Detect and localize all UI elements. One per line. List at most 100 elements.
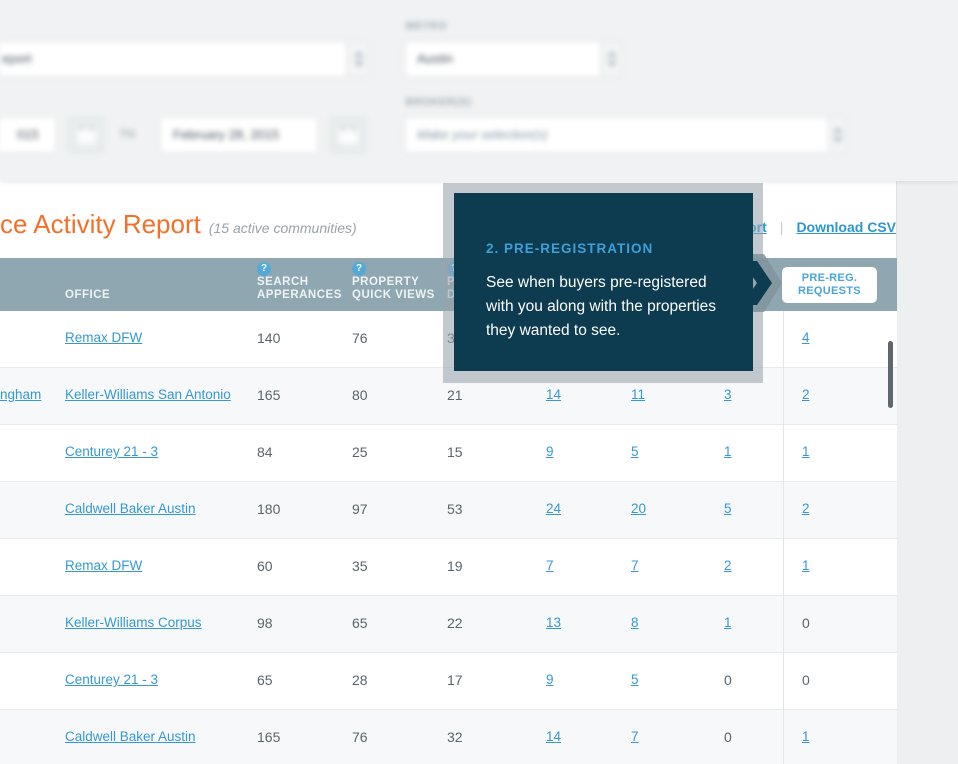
metric-link-3: 0	[724, 729, 732, 745]
detail-views-value: 32	[447, 729, 463, 745]
office-link[interactable]: Remax DFW	[65, 330, 142, 345]
quick-views-value: 76	[352, 729, 368, 745]
metro-stepper[interactable]	[601, 41, 621, 77]
brokers-stepper[interactable]	[829, 117, 846, 153]
table-row: Keller-Williams Corpus98652213810	[0, 596, 897, 653]
tour-tooltip: 2. PRE-REGISTRATION See when buyers pre-…	[443, 183, 763, 383]
download-csv-link[interactable]: Download CSV	[796, 219, 896, 235]
page: eport METRO Austin 015 TO February 28, 2…	[0, 0, 958, 764]
search-appearances-value: 180	[257, 501, 280, 517]
report-type-stepper[interactable]	[348, 41, 368, 77]
search-appearances-value: 140	[257, 330, 280, 346]
quick-views-value: 76	[352, 330, 368, 346]
prereg-button-line: PRE-REG.	[782, 272, 877, 285]
report-type-value: eport	[2, 51, 32, 66]
report-type-select[interactable]: eport	[0, 41, 347, 77]
page-title: ce Activity Report (15 active communities…	[0, 209, 357, 240]
metro-value: Austin	[417, 51, 453, 66]
table-row: Caldwell Baker Austin 165 76 32 14 7 0 1	[0, 710, 897, 764]
column-header-quick-views[interactable]: PROPERTY QUICK VIEWS	[352, 276, 435, 302]
metric-link-2[interactable]: 11	[631, 387, 645, 402]
quick-views-value: 65	[352, 615, 368, 631]
calendar-icon	[339, 129, 358, 144]
table-row: Centurey 21 - 36528179500	[0, 653, 897, 710]
prereg-requests-value[interactable]: 1	[802, 558, 810, 573]
help-icon[interactable]: ?	[352, 262, 366, 276]
metric-link-1[interactable]: 14	[546, 729, 561, 744]
header-links: port | Download CSV	[740, 219, 896, 235]
metric-link-2[interactable]: 20	[631, 501, 646, 516]
links-divider: |	[780, 219, 784, 235]
metric-link-2[interactable]: 5	[631, 672, 639, 687]
column-header-search-appearances[interactable]: SEARCH APPERANCES	[257, 276, 342, 302]
prereg-requests-value[interactable]: 4	[802, 330, 810, 345]
date-from-value: 015	[17, 127, 39, 142]
prereg-requests-value: 0	[802, 672, 810, 688]
brokers-placeholder: Make your selection(s)	[417, 127, 548, 142]
quick-views-value: 28	[352, 672, 368, 688]
filter-bar-content: eport METRO Austin 015 TO February 28, 2…	[0, 0, 958, 181]
office-link[interactable]: Centurey 21 - 3	[65, 444, 158, 459]
page-subtitle: (15 active communities)	[209, 220, 357, 236]
table-row: Centurey 21 - 38425159511	[0, 425, 897, 482]
metric-link-3[interactable]: 5	[724, 501, 732, 516]
column-header-line: PROPERTY	[352, 276, 435, 289]
calendar-from-button[interactable]	[68, 117, 104, 153]
office-link[interactable]: Centurey 21 - 3	[65, 672, 158, 687]
date-to-input[interactable]: February 28, 2015	[160, 117, 318, 153]
column-separator	[783, 311, 784, 764]
quick-views-value: 25	[352, 444, 368, 460]
metric-link-2[interactable]: 8	[631, 615, 639, 630]
office-link[interactable]: Keller-Williams Corpus	[65, 615, 202, 630]
metric-link-3: 0	[724, 672, 732, 688]
help-icon[interactable]: ?	[257, 262, 271, 276]
metric-link-3[interactable]: 1	[724, 444, 732, 459]
search-appearances-value: 165	[257, 729, 280, 745]
search-appearances-value: 60	[257, 558, 273, 574]
prereg-requests-value[interactable]: 1	[802, 444, 810, 459]
calendar-to-button[interactable]	[330, 117, 366, 153]
page-title-text: ce Activity Report	[0, 209, 201, 239]
metric-link-3[interactable]: 1	[724, 615, 732, 630]
date-to-value: February 28, 2015	[173, 127, 279, 142]
office-link[interactable]: Caldwell Baker Austin	[65, 501, 196, 516]
metric-link-1[interactable]: 9	[546, 444, 554, 459]
prereg-requests-value[interactable]: 2	[802, 501, 810, 516]
brokers-multiselect[interactable]: Make your selection(s)	[405, 117, 829, 153]
agent-link[interactable]: ngham	[0, 387, 41, 402]
quick-views-value: 35	[352, 558, 368, 574]
office-link[interactable]: Remax DFW	[65, 558, 142, 573]
brokers-label: BROKER(S)	[406, 97, 472, 108]
column-header-line: APPERANCES	[257, 289, 342, 302]
vertical-scrollbar[interactable]	[888, 341, 893, 408]
metric-link-1[interactable]: 24	[546, 501, 561, 516]
search-appearances-value: 84	[257, 444, 273, 460]
prereg-requests-value[interactable]: 2	[802, 387, 810, 402]
metric-link-1[interactable]: 14	[546, 387, 561, 402]
prereg-requests-value: 0	[802, 615, 810, 631]
metric-link-1[interactable]: 13	[546, 615, 561, 630]
prereg-requests-value[interactable]: 1	[802, 729, 810, 744]
metric-link-3[interactable]: 3	[724, 387, 732, 402]
office-link[interactable]: Caldwell Baker Austin	[65, 729, 196, 744]
office-link[interactable]: Keller-Williams San Antonio	[65, 387, 231, 402]
prereg-requests-header-button[interactable]: PRE-REG. REQUESTS	[782, 267, 877, 303]
detail-views-value: 17	[447, 672, 463, 688]
detail-views-value: 53	[447, 501, 463, 517]
column-header-office[interactable]: OFFICE	[65, 289, 110, 302]
metric-link-2[interactable]: 5	[631, 444, 639, 459]
metric-link-3[interactable]: 2	[724, 558, 732, 573]
metric-link-1[interactable]: 9	[546, 672, 554, 687]
metric-link-2[interactable]: 7	[631, 558, 639, 573]
date-from-input[interactable]: 015	[0, 117, 56, 153]
date-range-to-label: TO	[120, 129, 136, 140]
metro-label: METRO	[406, 21, 447, 32]
prereg-button-line: REQUESTS	[782, 285, 877, 298]
filter-bar: eport METRO Austin 015 TO February 28, 2…	[0, 0, 958, 181]
quick-views-value: 97	[352, 501, 368, 517]
metric-link-2[interactable]: 7	[631, 729, 639, 744]
metro-select[interactable]: Austin	[405, 41, 601, 77]
search-appearances-value: 165	[257, 387, 280, 403]
metric-link-1[interactable]: 7	[546, 558, 554, 573]
detail-views-value: 21	[447, 387, 463, 403]
